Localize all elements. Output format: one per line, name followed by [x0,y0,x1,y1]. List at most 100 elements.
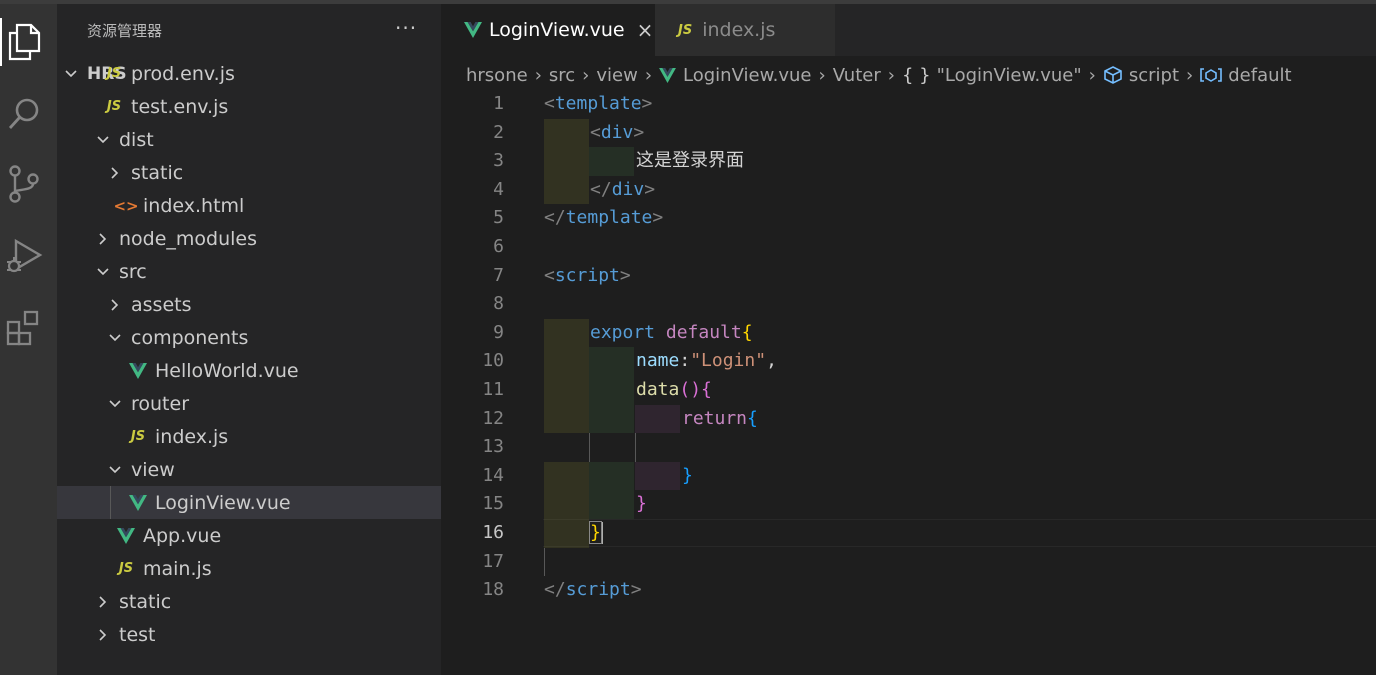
js-icon: JS [118,561,134,576]
breadcrumb-item[interactable]: script [1129,65,1179,86]
breadcrumb-item[interactable]: LoginView.vue [683,65,811,86]
tree-item-label: index.js [155,425,229,448]
object-icon: { } [901,64,931,86]
export-keyword: export [590,321,656,343]
tree-item-label: test [119,623,156,646]
tree-item[interactable]: components [57,321,441,354]
tree-item[interactable]: <> index.html [57,189,441,222]
close-icon[interactable]: × [637,18,654,42]
tree-item[interactable]: router [57,387,441,420]
breadcrumb-item[interactable]: src [549,65,575,86]
tree-item[interactable]: static [57,156,441,189]
comma: , [766,350,777,372]
template-close-tag: template [565,207,653,229]
chevron-down-icon [107,396,123,412]
tab-label: index.js [702,19,776,41]
indent-guide [544,376,589,405]
line-number: 5 [493,207,504,229]
code-line: 13 [441,433,1376,462]
chevron-down-icon [95,132,111,148]
tree-item[interactable]: assets [57,288,441,321]
run-debug-icon[interactable] [0,232,48,280]
indent-guide [544,118,589,148]
search-icon[interactable] [0,90,48,138]
tree-item-label: index.html [143,194,245,217]
tree-item-label: src [119,260,147,283]
tree-item[interactable]: JS main.js [57,552,441,585]
default-keyword: default [665,321,742,343]
extensions-icon[interactable] [0,304,48,352]
indent-guide [544,547,545,577]
breadcrumb-item[interactable]: Vuter [833,65,881,86]
indent-guide [544,318,589,348]
vue-icon [128,362,148,379]
line-number: 2 [493,121,504,143]
tree-item-label: HelloWorld.vue [155,359,299,382]
indent-guide [544,147,589,176]
tree-item[interactable]: test [57,618,441,651]
explorer-icon[interactable] [0,18,48,66]
more-actions-icon[interactable]: ··· [395,16,417,40]
code-line: 5 </template> [441,204,1376,233]
indent-guide [589,147,634,176]
code-line: 7 <script> [441,262,1376,291]
bracket: } [682,464,693,486]
indent-guide [635,433,636,462]
tree-item[interactable]: static [57,585,441,618]
tree-item-label: node_modules [119,227,258,250]
activity-bar [0,4,57,675]
line-number: 8 [493,293,504,315]
tree-item[interactable]: JS prod.env.js [57,57,441,90]
breadcrumb-item[interactable]: hrsone [466,65,528,86]
breadcrumb-item[interactable]: default [1228,65,1291,86]
tree-item[interactable]: LoginView.vue [57,486,441,519]
tree-item[interactable]: JS test.env.js [57,90,441,123]
line-number: 6 [493,236,504,257]
breadcrumb-item[interactable]: view [596,65,637,86]
bracket: { [701,379,712,400]
line-number: 7 [493,264,504,286]
tree-item[interactable]: node_modules [57,222,441,255]
js-icon: JS [130,429,146,444]
bracket: { [741,321,753,343]
indent-guide [635,404,680,434]
tree-item-label: static [119,590,172,613]
chevron-right-icon [107,165,123,181]
source-control-icon[interactable] [0,160,48,208]
indent-guide [635,461,680,491]
tab-index-js[interactable]: JS index.js [655,4,835,56]
code-line: 9 export default{ [441,318,1376,348]
js-icon: JS [678,22,693,38]
code-editor[interactable]: 1 <template> 2 <div> 3 这是登录界面 4 </div> 5… [441,90,1376,675]
tree-item[interactable]: JS index.js [57,420,441,453]
explorer-title: 资源管理器 [87,22,163,40]
breadcrumb-item[interactable]: "LoginView.vue" [937,65,1082,86]
chevron-right-icon: › [534,64,542,86]
line-number: 11 [482,379,504,400]
script-close-tag: script [565,579,631,601]
line-number: 14 [482,464,504,486]
tree-item[interactable]: App.vue [57,519,441,552]
code-line: 8 [441,290,1376,319]
tree-item-label: test.env.js [131,95,229,118]
tab-loginview-vue[interactable]: LoginView.vue × [441,4,655,56]
tree-item[interactable]: dist [57,123,441,156]
string-value: "Login" [690,350,767,372]
code-line: 4 </div> [441,175,1376,205]
return-keyword: return [682,407,748,429]
vue-icon [464,22,482,38]
chevron-right-icon [95,594,111,610]
property-name: name [636,350,680,372]
line-number: 12 [482,407,504,429]
tree-item[interactable]: src [57,255,441,288]
code-line: 14 } [441,461,1376,491]
indent-guide [544,519,589,548]
bracket: } [636,493,647,515]
tree-item[interactable]: HelloWorld.vue [57,354,441,387]
code-line: 2 <div> [441,118,1376,148]
chevron-down-icon [95,264,111,280]
bracket: () [679,379,702,400]
tree-item[interactable]: view [57,453,441,486]
template-text: 这是登录界面 [636,150,744,172]
tree-item-label: static [131,161,184,184]
